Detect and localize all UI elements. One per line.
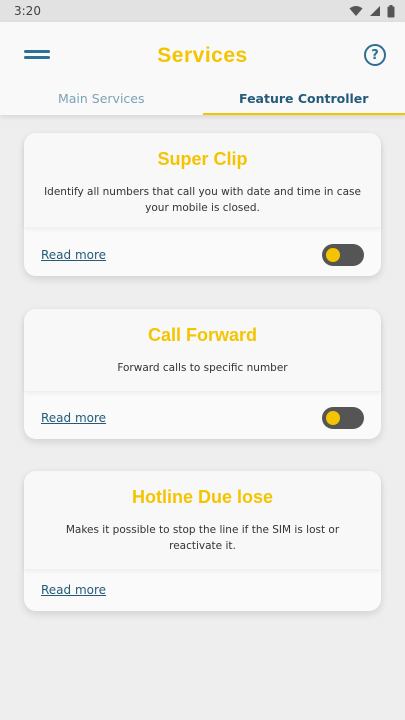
- card-footer: Read more: [24, 234, 381, 276]
- service-card-hotline-due-lose: Hotline Due lose Makes it possible to st…: [24, 471, 381, 611]
- help-icon[interactable]: ?: [364, 44, 386, 66]
- signal-icon: [370, 6, 380, 16]
- service-card-super-clip: Super Clip Identify all numbers that cal…: [24, 133, 381, 276]
- tab-feature-controller[interactable]: Feature Controller: [202, 84, 405, 115]
- card-header: Super Clip Identify all numbers that cal…: [24, 133, 381, 227]
- read-more-link[interactable]: Read more: [41, 411, 106, 425]
- card-header: Hotline Due lose Makes it possible to st…: [24, 471, 381, 569]
- card-header: Call Forward Forward calls to specific n…: [24, 309, 381, 391]
- page-title: Services: [157, 44, 248, 67]
- feature-toggle[interactable]: [322, 407, 364, 429]
- feature-toggle[interactable]: [322, 244, 364, 266]
- toggle-knob: [326, 411, 340, 425]
- status-bar: 3:20: [0, 0, 405, 22]
- card-description: Forward calls to specific number: [117, 362, 288, 374]
- wifi-icon: [349, 6, 363, 16]
- status-icons: [349, 4, 395, 18]
- card-footer: Read more: [24, 569, 381, 611]
- battery-icon: [387, 4, 395, 17]
- toggle-knob: [326, 248, 340, 262]
- card-footer: Read more: [24, 397, 381, 439]
- app-header: Services ? Main Services Feature Control…: [0, 22, 405, 115]
- tab-main-services[interactable]: Main Services: [0, 84, 203, 115]
- card-title: Call Forward: [147, 325, 258, 345]
- status-time: 3:20: [14, 4, 41, 18]
- card-description: Makes it possible to stop the line if th…: [65, 524, 340, 552]
- card-title: Super Clip: [157, 149, 248, 169]
- read-more-link[interactable]: Read more: [41, 583, 106, 597]
- card-description: Identify all numbers that call you with …: [44, 186, 361, 214]
- read-more-link[interactable]: Read more: [41, 248, 106, 262]
- card-title: Hotline Due lose: [131, 487, 274, 507]
- service-card-call-forward: Call Forward Forward calls to specific n…: [24, 309, 381, 439]
- tab-bar: Main Services Feature Controller: [0, 84, 405, 115]
